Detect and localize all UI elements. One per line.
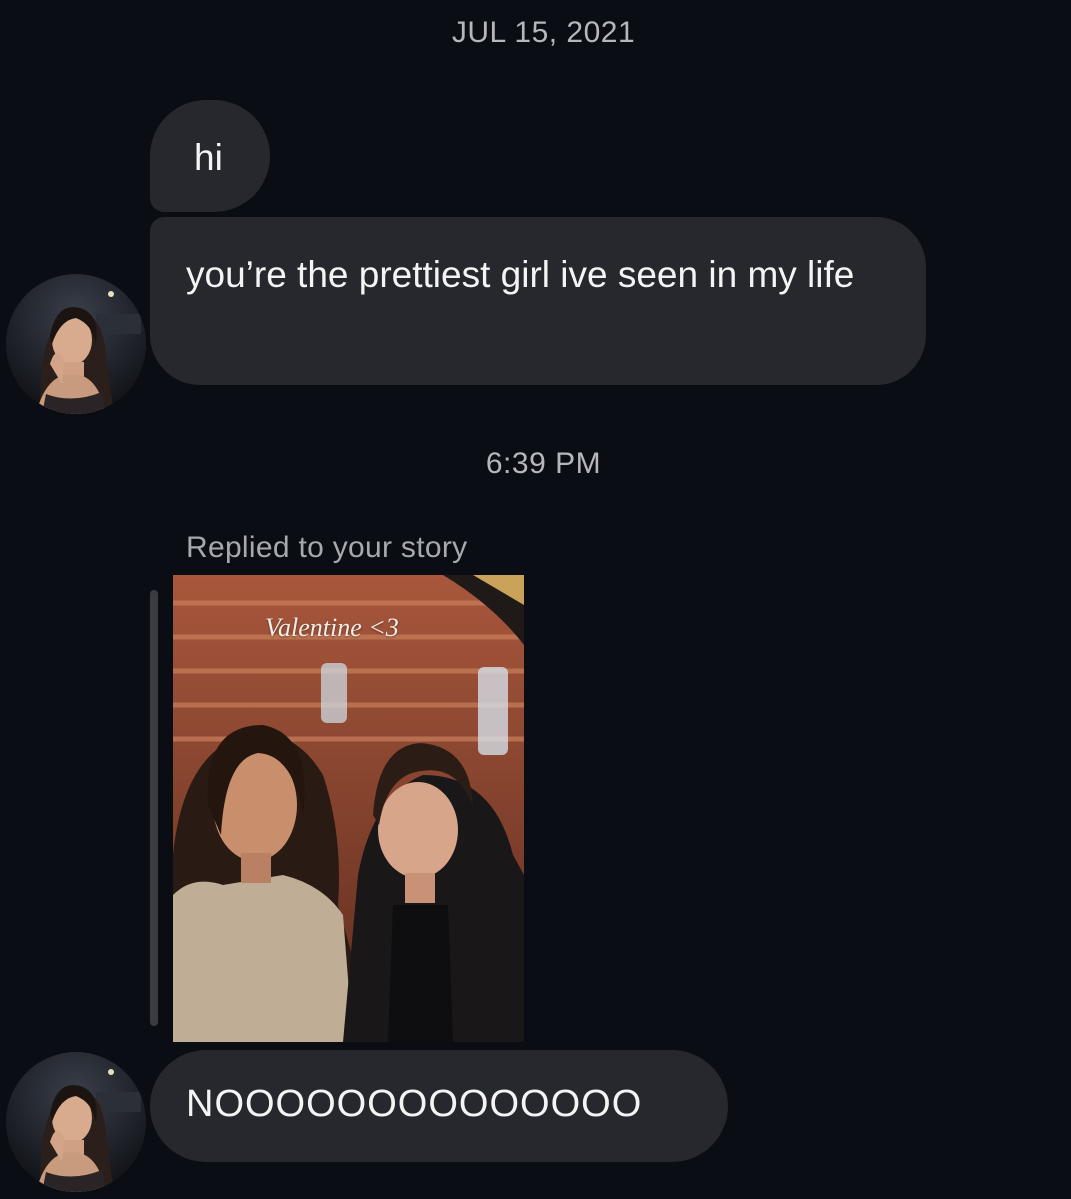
avatar-photo bbox=[6, 1052, 146, 1192]
message-bubble[interactable]: NOOOOOOOOOOOOOO bbox=[150, 1050, 728, 1162]
message-text: hi bbox=[194, 137, 223, 178]
time-timestamp: 6:39 PM bbox=[485, 447, 602, 480]
reply-context-label: Replied to your story bbox=[186, 531, 468, 564]
message-text: NOOOOOOOOOOOOOO bbox=[186, 1083, 643, 1125]
message-bubble[interactable]: you’re the prettiest girl ive seen in my… bbox=[150, 217, 926, 385]
reply-indicator-bar bbox=[150, 590, 158, 1026]
message-text: you’re the prettiest girl ive seen in my… bbox=[186, 254, 855, 295]
avatar[interactable] bbox=[6, 1052, 146, 1192]
avatar-photo bbox=[6, 274, 146, 414]
story-preview[interactable]: Valentine <3 bbox=[173, 575, 524, 1042]
story-caption: Valentine <3 bbox=[265, 613, 399, 642]
avatar[interactable] bbox=[6, 274, 146, 414]
date-timestamp: JUL 15, 2021 bbox=[451, 16, 636, 49]
message-bubble[interactable]: hi bbox=[150, 100, 270, 212]
story-photo bbox=[173, 575, 524, 1042]
